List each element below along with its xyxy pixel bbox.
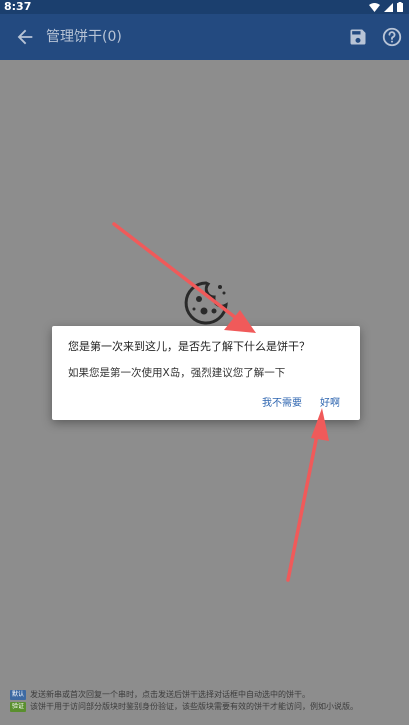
cookie-icon [184,281,228,325]
signal-icon [384,2,393,12]
status-bar: 8:37 [0,0,409,14]
save-icon[interactable] [348,27,368,47]
status-time: 8:37 [4,0,32,13]
intro-dialog: 您是第一次来到这儿，是否先了解下什么是饼干？ 如果您是第一次使用X岛，强烈建议您… [52,326,360,420]
help-icon[interactable] [381,26,403,48]
cookie-notes: 默认 发送新串或首次回复一个串时，点击发送后饼干选择对话框中自动选中的饼干。 验… [10,689,402,713]
note-text: 该饼干用于访问部分版块时鉴别身份验证，该些版块需要有效的饼干才能访问，例如小说版… [30,702,359,711]
note-text: 发送新串或首次回复一个串时，点击发送后饼干选择对话框中自动选中的饼干。 [30,690,311,699]
status-icons [369,2,403,12]
page-title: 管理饼干(0) [46,29,122,45]
accept-button[interactable]: 好啊 [320,394,340,409]
dialog-title: 您是第一次来到这儿，是否先了解下什么是饼干？ [68,340,310,353]
wifi-icon [369,2,380,12]
app-bar: 管理饼干(0) [0,14,409,60]
back-arrow-icon[interactable] [14,26,36,48]
note-verify: 验证 该饼干用于访问部分版块时鉴别身份验证，该些版块需要有效的饼干才能访问，例如… [10,701,402,713]
battery-icon [397,2,403,12]
verify-badge: 验证 [10,702,27,712]
decline-button[interactable]: 我不需要 [262,394,302,409]
dialog-message: 如果您是第一次使用X岛，强烈建议您了解一下 [68,367,286,379]
note-default: 默认 发送新串或首次回复一个串时，点击发送后饼干选择对话框中自动选中的饼干。 [10,689,402,701]
default-badge: 默认 [10,690,27,700]
